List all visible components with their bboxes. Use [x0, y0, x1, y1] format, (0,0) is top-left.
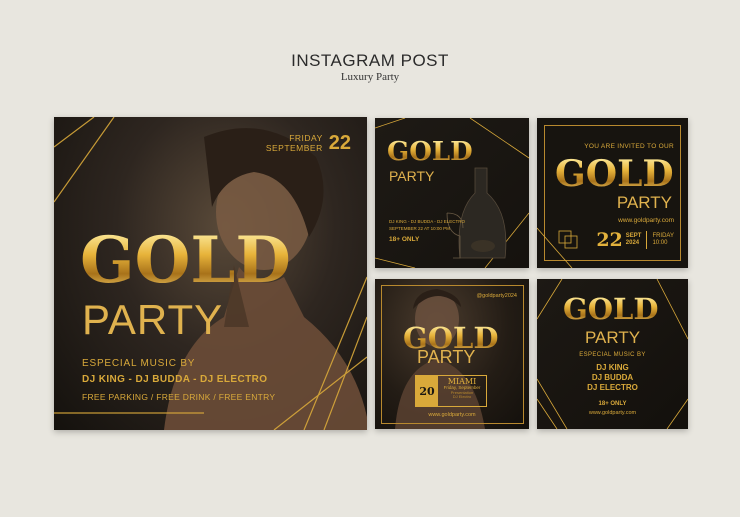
card2-party-title: PARTY [389, 168, 435, 184]
card3-date: 22 [596, 229, 623, 251]
main-djs: DJ KING - DJ BUDDA - DJ ELECTRO [82, 374, 268, 385]
post-card-3: YOU ARE INVITED TO OUR GOLD PARTY www.go… [537, 118, 688, 268]
card3-year: 2024 [625, 240, 640, 246]
card5-age: 18+ ONLY [598, 401, 627, 407]
card5-url: www.goldparty.com [588, 410, 637, 416]
card4-date-box: 20 MIAMI Friday, September Presentation … [415, 375, 487, 407]
card3-party-title: PARTY [616, 193, 672, 212]
main-month: SEPTEMBER [265, 142, 323, 153]
card4-handle: @goldparty2024 [476, 293, 517, 299]
card3-invite: YOU ARE INVITED TO OUR [584, 143, 674, 150]
page-title: INSTAGRAM POST [291, 51, 449, 70]
card3-time: 10:00 [652, 240, 668, 246]
card5-dj1: DJ KING [596, 363, 629, 372]
card4-note2: DJ Electro [452, 394, 472, 400]
main-gold-title: GOLD [80, 223, 291, 298]
card5-gold-title: GOLD [563, 292, 659, 326]
card5-dj2: DJ BUDDA [591, 373, 634, 382]
card5-dj3: DJ ELECTRO [587, 383, 638, 392]
main-music-label: ESPECIAL MUSIC BY [82, 358, 196, 369]
card2-age: 18+ ONLY [389, 236, 420, 243]
card3-url: www.goldparty.com [618, 217, 674, 224]
card3-gold-title: GOLD [555, 153, 674, 195]
card3-day: FRIDAY [652, 232, 674, 239]
main-perks: FREE PARKING / FREE DRINK / FREE ENTRY [82, 392, 276, 402]
card4-url: www.goldparty.com [428, 412, 476, 418]
card3-month: SEPT [625, 232, 642, 239]
main-party-title: PARTY [82, 296, 224, 343]
main-date: 22 [328, 132, 351, 154]
post-card-5: GOLD PARTY ESPECIAL MUSIC BY DJ KING DJ … [537, 279, 688, 429]
card5-party-title: PARTY [584, 328, 641, 347]
card4-date: 20 [419, 384, 435, 398]
post-card-4: @goldparty2024 GOLD PARTY 20 MIAMI Frida… [375, 279, 529, 429]
card2-time: SEPTEMBER 22 AT 10:00 PM [389, 226, 450, 231]
main-post-card: FRIDAY SEPTEMBER 22 GOLD PARTY ESPECIAL … [54, 117, 367, 430]
page-subtitle: Luxury Party [340, 71, 400, 83]
card5-music-label: ESPECIAL MUSIC BY [579, 352, 646, 358]
card2-djs: DJ KING - DJ BUDDA - DJ ELECTRO [389, 219, 466, 224]
card2-gold-title: GOLD [387, 137, 473, 167]
post-card-2: GOLD PARTY DJ KING - DJ BUDDA - DJ ELECT… [375, 118, 529, 268]
card4-party-title: PARTY [417, 347, 476, 367]
